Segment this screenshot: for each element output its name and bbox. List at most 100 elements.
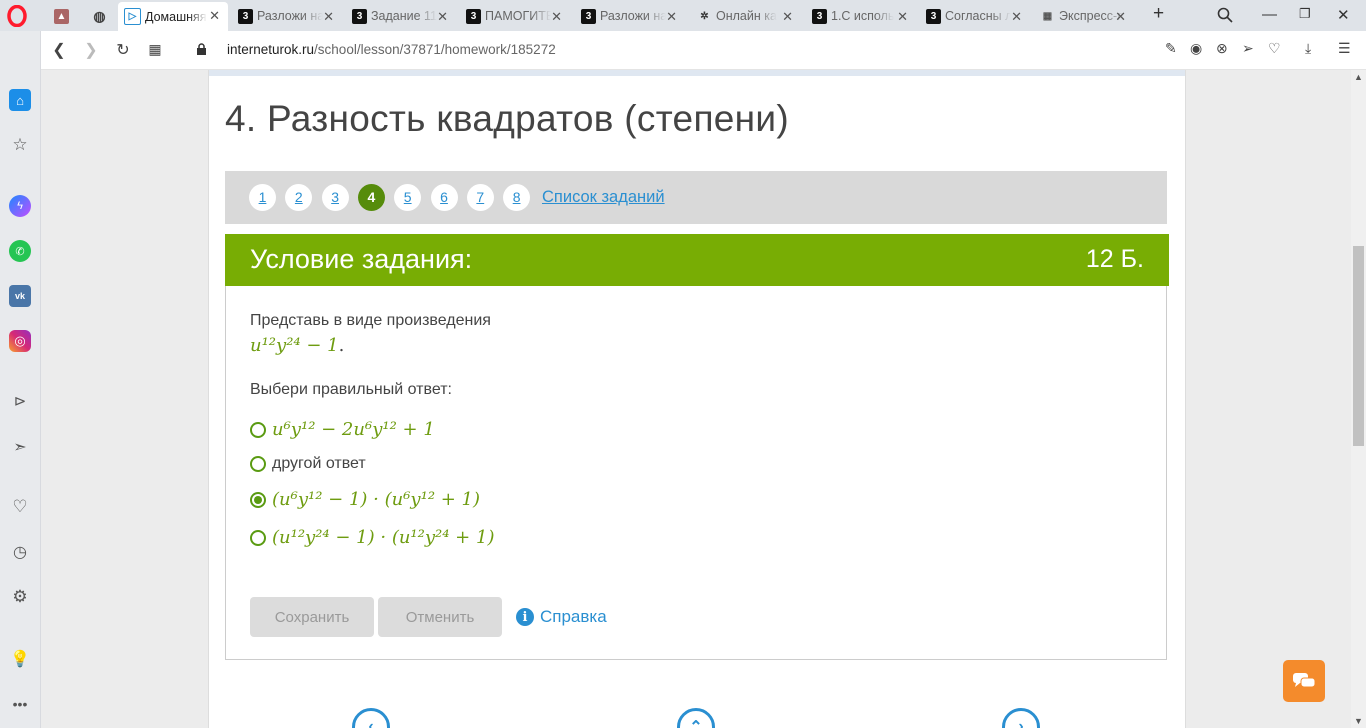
answer-prompt: Выбери правильный ответ: — [250, 381, 452, 398]
player-icon[interactable]: ⊳ — [9, 390, 31, 412]
flow-icon[interactable]: ➣ — [9, 436, 31, 458]
wolfram-icon: ✲ — [700, 10, 709, 22]
page-content: 4. Разность квадратов (степени) 12345678… — [41, 70, 1351, 728]
tab-pinned-2[interactable]: ◍ — [86, 3, 116, 29]
chat-button[interactable] — [1283, 660, 1325, 702]
scrollbar-thumb[interactable] — [1353, 246, 1364, 446]
close-tab-icon[interactable]: ✕ — [209, 8, 220, 24]
more-icon[interactable]: ••• — [9, 693, 31, 715]
task-list-link[interactable]: Список заданий — [542, 188, 665, 207]
reload-icon[interactable]: ↻ — [113, 40, 133, 60]
tab-1[interactable]: ▷ Домашняя ✕ — [118, 2, 228, 31]
lock-icon[interactable] — [196, 43, 207, 56]
vk-icon[interactable]: vk — [9, 285, 31, 307]
send-icon[interactable]: ➢ — [1242, 40, 1254, 57]
question-text: Представь в виде произведения — [250, 312, 491, 329]
answer-option-4[interactable]: (u¹²y²⁴ − 1) · (u¹²y²⁴ + 1) — [250, 527, 494, 548]
tab-title: Онлайн ка — [716, 9, 777, 23]
tab-6[interactable]: ✲ Онлайн ка ✕ — [691, 3, 801, 29]
address-bar: ❮ ❯ ↻ ▦ interneturok.ru/school/lesson/37… — [0, 31, 1366, 70]
answer-option-3[interactable]: (u⁶y¹² − 1) · (u⁶y¹² + 1) — [250, 489, 480, 510]
close-window-button[interactable]: ✕ — [1337, 6, 1350, 24]
answer-option-2[interactable]: другой ответ — [250, 455, 366, 473]
page-number-3[interactable]: 3 — [321, 184, 349, 211]
close-tab-icon[interactable]: ✕ — [782, 9, 793, 25]
close-tab-icon[interactable]: ✕ — [1011, 9, 1022, 25]
page-number-1[interactable]: 1 — [249, 184, 276, 211]
tab-4[interactable]: 3 ПАМОГИТЕ ✕ — [460, 3, 570, 29]
page-number-8[interactable]: 8 — [503, 184, 531, 211]
play-icon: ▷ — [124, 8, 141, 25]
avatar-icon: ▲ — [54, 8, 69, 24]
url-path: /school/lesson/37871/homework/185272 — [314, 42, 556, 57]
radio-button[interactable] — [250, 421, 266, 438]
page-number-5[interactable]: 5 — [394, 184, 422, 211]
help-link[interactable]: i Справка — [516, 607, 607, 627]
search-tabs-icon[interactable] — [1217, 7, 1233, 23]
favorites-heart-icon[interactable]: ♡ — [9, 496, 31, 518]
znanija-favicon-icon: 3 — [466, 8, 481, 24]
question-expression-row: u¹²y²⁴ − 1. — [250, 335, 344, 356]
tabs-grid-icon[interactable]: ▦ — [145, 41, 165, 58]
page-number-7[interactable]: 7 — [466, 184, 494, 211]
close-tab-icon[interactable]: ✕ — [551, 9, 562, 25]
znanija-favicon-icon: 3 — [581, 8, 596, 24]
radio-button[interactable] — [250, 456, 266, 472]
download-icon[interactable]: ⤓ — [1305, 40, 1311, 57]
close-tab-icon[interactable]: ✕ — [666, 9, 677, 25]
save-button[interactable]: Сохранить — [250, 597, 374, 637]
settings-gear-icon[interactable]: ⚙ — [9, 586, 31, 608]
tab-5[interactable]: 3 Разложи на ✕ — [575, 3, 685, 29]
page-number-2[interactable]: 2 — [285, 184, 313, 211]
url-field[interactable]: interneturok.ru/school/lesson/37871/home… — [227, 42, 556, 57]
close-tab-icon[interactable]: ✕ — [897, 9, 908, 25]
heart-icon[interactable]: ♡ — [1268, 40, 1281, 57]
answer-option-text: другой ответ — [272, 455, 366, 472]
whatsapp-icon[interactable]: ✆ — [9, 240, 31, 262]
answer-option-1[interactable]: u⁶y¹² − 2u⁶y¹² + 1 — [250, 419, 435, 440]
radio-button[interactable] — [250, 529, 266, 546]
menu-icon[interactable]: ☰ — [1338, 40, 1351, 57]
close-tab-icon[interactable]: ✕ — [323, 9, 334, 25]
grid-icon: ▦ — [1042, 10, 1053, 22]
page-number-6[interactable]: 6 — [430, 184, 458, 211]
tab-title: Разложи на — [257, 9, 323, 23]
page-scrollbar[interactable]: ▲ ▼ — [1351, 70, 1366, 728]
instagram-icon[interactable]: ◎ — [9, 330, 31, 352]
tab-9[interactable]: ▦ Экспресс-п ✕ — [1034, 3, 1134, 29]
tab-pinned-1[interactable]: ▲ — [48, 3, 78, 29]
expression-period: . — [338, 335, 345, 356]
history-icon[interactable]: ◷ — [9, 541, 31, 563]
tab-7[interactable]: 3 1.С исполь ✕ — [806, 3, 916, 29]
bookmarks-icon[interactable]: ☆ — [9, 134, 31, 156]
answer-option-text: u⁶y¹² − 2u⁶y¹² + 1 — [272, 419, 435, 440]
tab-3[interactable]: 3 Задание 11 ✕ — [346, 3, 456, 29]
answer-option-text: (u¹²y²⁴ − 1) · (u¹²y²⁴ + 1) — [272, 527, 495, 548]
globe-icon: ◍ — [93, 7, 106, 24]
tab-8[interactable]: 3 Согласны л ✕ — [920, 3, 1030, 29]
opera-logo-icon[interactable] — [7, 5, 27, 27]
restore-button[interactable]: ❐ — [1299, 6, 1311, 22]
messenger-icon[interactable]: ϟ — [9, 195, 31, 217]
share-icon[interactable]: ✎ — [1165, 40, 1177, 57]
home-icon[interactable]: ⌂ — [9, 89, 31, 111]
scroll-up-icon[interactable]: ▲ — [1354, 72, 1363, 82]
close-tab-icon[interactable]: ✕ — [1115, 9, 1126, 25]
scroll-down-icon[interactable]: ▼ — [1354, 716, 1363, 726]
camera-icon[interactable]: ◉ — [1190, 40, 1202, 57]
task-pager: 12345678 Список заданий — [225, 171, 1167, 224]
new-tab-button[interactable]: + — [1153, 3, 1164, 25]
answer-option-text: (u⁶y¹² − 1) · (u⁶y¹² + 1) — [272, 489, 481, 510]
minimize-button[interactable]: — — [1262, 6, 1277, 23]
top-strip — [209, 70, 1185, 76]
tips-bulb-icon[interactable]: 💡 — [9, 648, 31, 670]
cancel-button[interactable]: Отменить — [378, 597, 502, 637]
close-tab-icon[interactable]: ✕ — [437, 9, 448, 25]
page-number-4[interactable]: 4 — [357, 184, 385, 211]
radio-button[interactable] — [250, 491, 266, 508]
help-label: Справка — [540, 607, 607, 626]
adblock-icon[interactable]: ⊗ — [1216, 40, 1228, 57]
back-icon[interactable]: ❮ — [49, 40, 69, 60]
forward-icon[interactable]: ❯ — [81, 40, 101, 60]
tab-2[interactable]: 3 Разложи на ✕ — [232, 3, 342, 29]
